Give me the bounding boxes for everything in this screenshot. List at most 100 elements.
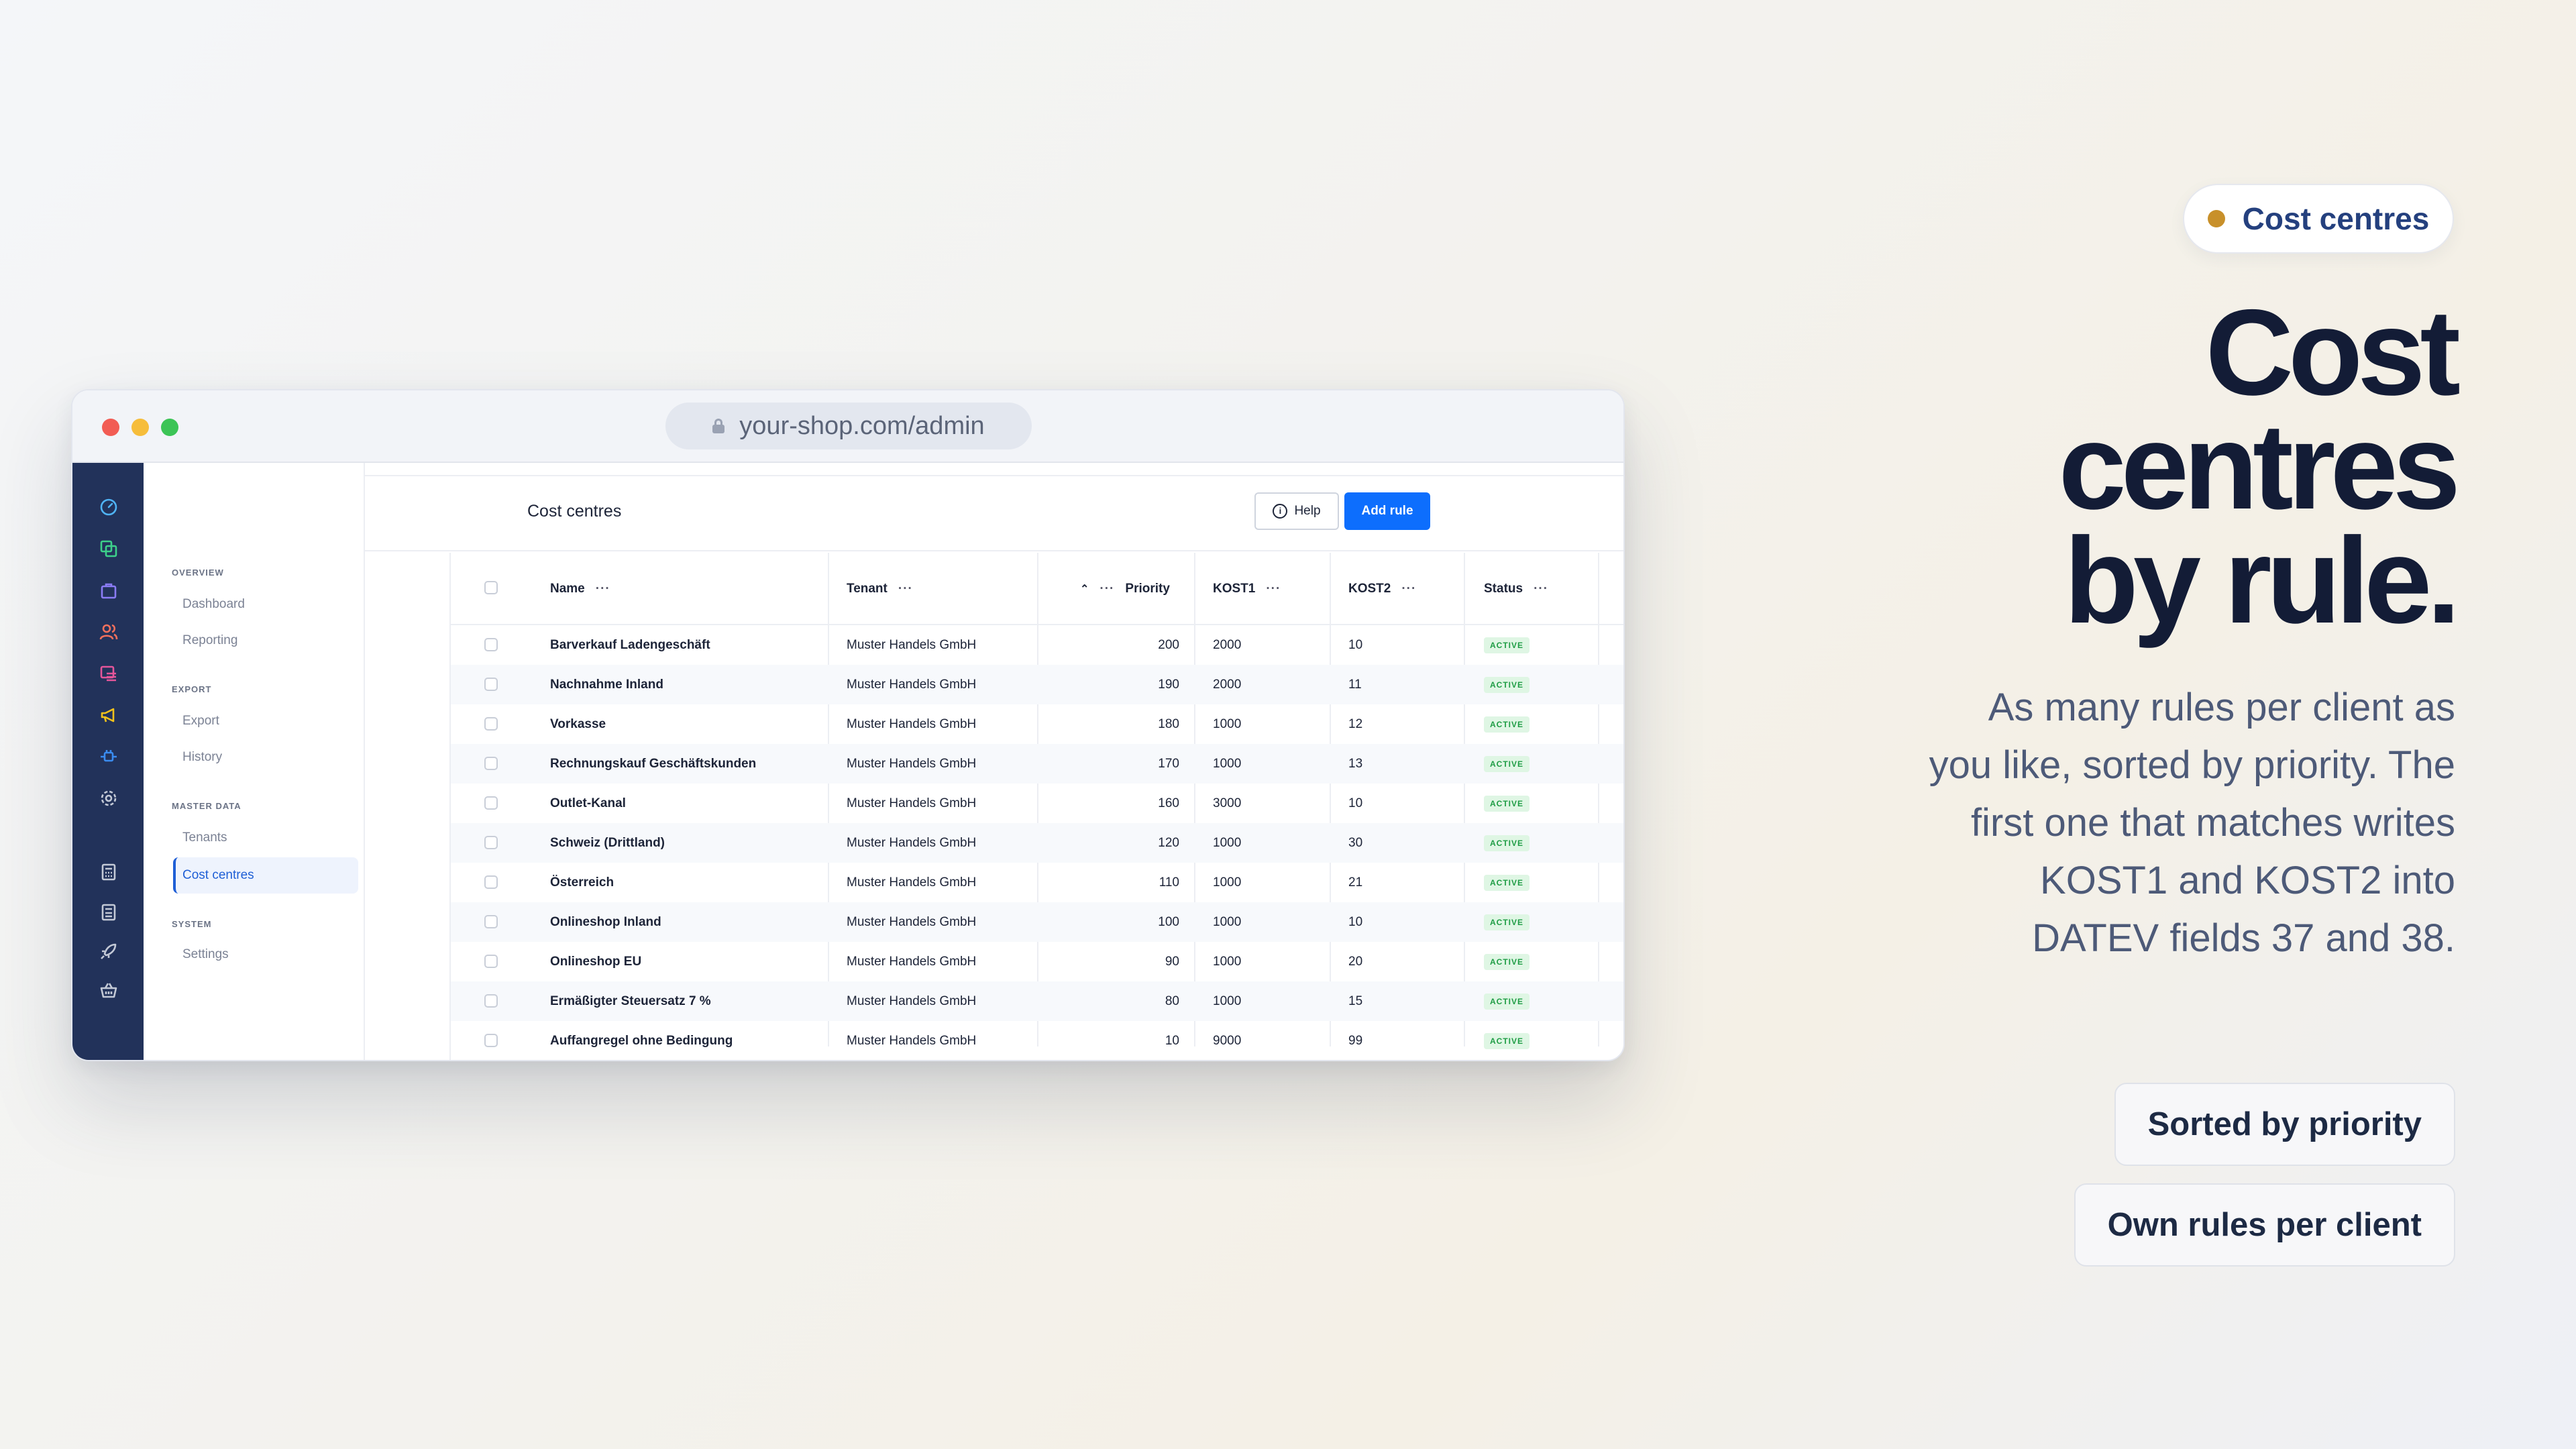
sidebar-item-reporting[interactable]: Reporting	[173, 623, 358, 659]
nav-section-system: SYSTEM	[172, 919, 212, 929]
column-menu-icon[interactable]: ···	[1266, 582, 1281, 596]
row-checkbox[interactable]	[484, 757, 498, 770]
row-checkbox[interactable]	[484, 678, 498, 691]
gear-icon[interactable]	[99, 789, 118, 808]
cell-kost2: 99	[1348, 1034, 1363, 1048]
nav-section-overview: OVERVIEW	[172, 568, 224, 578]
layers-icon[interactable]	[99, 539, 118, 558]
cell-name: Onlineshop EU	[550, 955, 642, 969]
cell-priority: 10	[1165, 1034, 1179, 1048]
megaphone-icon[interactable]	[99, 706, 118, 724]
cell-name: Ermäßigter Steuersatz 7 %	[550, 994, 711, 1008]
column-menu-icon[interactable]: ···	[1401, 582, 1416, 596]
headline-line: centres	[2058, 398, 2461, 535]
column-header-tenant[interactable]: Tenant ···	[847, 553, 913, 625]
status-badge: ACTIVE	[1484, 637, 1530, 653]
help-button[interactable]: Help	[1254, 492, 1339, 530]
address-bar-url: your-shop.com/admin	[739, 411, 985, 440]
cell-tenant: Muster Handels GmbH	[847, 915, 977, 929]
nav-section-export: EXPORT	[172, 684, 212, 694]
description: As many rules per client as you like, so…	[1929, 686, 2455, 960]
table-row[interactable]: Vorkasse Muster Handels GmbH 180 1000 12 ACTI…	[451, 704, 1623, 744]
maximize-window-button[interactable]	[161, 419, 178, 436]
bag-icon[interactable]	[99, 581, 118, 600]
row-checkbox[interactable]	[484, 717, 498, 731]
gauge-icon[interactable]	[99, 498, 118, 517]
sidebar-item-cost-centres[interactable]: Cost centres	[173, 857, 358, 894]
cell-priority: 160	[1158, 796, 1179, 810]
main-content: Cost centres Help Add rule Name ···	[365, 463, 1623, 1060]
table-row[interactable]: Barverkauf Ladengeschäft Muster Handels G…	[451, 625, 1623, 665]
headline: Cost centres by rule.	[1784, 284, 2461, 641]
column-header-priority[interactable]: ⌃ ··· Priority	[1080, 553, 1170, 625]
cell-priority: 200	[1158, 638, 1179, 652]
row-checkbox[interactable]	[484, 994, 498, 1008]
column-header-kost2-label: KOST2	[1348, 582, 1391, 596]
plug-icon[interactable]	[99, 747, 118, 766]
sidebar-item-tenants[interactable]: Tenants	[173, 820, 358, 856]
status-dot-icon	[2207, 210, 2225, 227]
sort-ascending-icon[interactable]: ⌃	[1080, 582, 1089, 596]
browser-window: your-shop.com/admin OVERVIEW Dashboard R…	[71, 389, 1625, 1061]
basket-icon[interactable]	[99, 981, 118, 1000]
cell-kost1: 1000	[1213, 757, 1242, 771]
status-badge: ACTIVE	[1484, 875, 1530, 891]
table-row[interactable]: Rechnungskauf Geschäftskunden Muster Hand…	[451, 744, 1623, 784]
column-header-kost1[interactable]: KOST1 ···	[1213, 553, 1281, 625]
table-row[interactable]: Nachnahme Inland Muster Handels GmbH 190 20…	[451, 665, 1623, 704]
headline-line: Cost	[2205, 284, 2461, 421]
column-header-kost2[interactable]: KOST2 ···	[1348, 553, 1416, 625]
close-window-button[interactable]	[102, 419, 119, 436]
cell-kost2: 10	[1348, 638, 1363, 652]
cell-priority: 80	[1165, 994, 1179, 1008]
list-icon[interactable]	[99, 664, 118, 683]
address-bar[interactable]: your-shop.com/admin	[665, 402, 1032, 449]
row-checkbox[interactable]	[484, 638, 498, 651]
table-row[interactable]: Ermäßigter Steuersatz 7 % Muster Handels …	[451, 981, 1623, 1021]
info-icon	[1273, 504, 1288, 519]
status-badge: ACTIVE	[1484, 756, 1530, 772]
add-rule-button[interactable]: Add rule	[1344, 492, 1430, 530]
column-menu-icon[interactable]: ···	[1534, 582, 1548, 596]
cell-kost2: 30	[1348, 836, 1363, 850]
sidebar-item-history[interactable]: History	[173, 739, 358, 775]
row-checkbox[interactable]	[484, 1034, 498, 1047]
feature-chip-priority: Sorted by priority	[2114, 1083, 2455, 1166]
minimize-window-button[interactable]	[131, 419, 149, 436]
calculator-icon[interactable]	[99, 903, 118, 922]
table-row[interactable]: Outlet-Kanal Muster Handels GmbH 160 3000 10…	[451, 784, 1623, 823]
rocket-icon[interactable]	[99, 942, 118, 961]
calculator-icon[interactable]	[99, 863, 118, 881]
row-checkbox[interactable]	[484, 915, 498, 928]
users-icon[interactable]	[99, 623, 118, 641]
sidebar-item-settings[interactable]: Settings	[173, 936, 358, 973]
sidebar-item-dashboard[interactable]: Dashboard	[173, 586, 358, 623]
row-checkbox[interactable]	[484, 955, 498, 968]
status-badge: ACTIVE	[1484, 954, 1530, 970]
table-row[interactable]: Österreich Muster Handels GmbH 110 1000 21 AC…	[451, 863, 1623, 902]
cell-kost1: 1000	[1213, 955, 1242, 969]
table-row[interactable]: Schweiz (Drittland) Muster Handels GmbH 12…	[451, 823, 1623, 863]
select-all-checkbox[interactable]	[484, 581, 498, 594]
column-header-status[interactable]: Status ···	[1484, 553, 1548, 625]
table-row[interactable]: Onlineshop EU Muster Handels GmbH 90 1000 20…	[451, 942, 1623, 981]
cell-kost2: 12	[1348, 717, 1363, 731]
page-header: Cost centres Help Add rule	[365, 476, 1623, 551]
row-checkbox[interactable]	[484, 836, 498, 849]
feature-chip-client-rules: Own rules per client	[2074, 1183, 2455, 1267]
table-row[interactable]: Auffangregel ohne Bedingung Muster Handel…	[451, 1021, 1623, 1060]
cell-kost1: 2000	[1213, 678, 1242, 692]
row-checkbox[interactable]	[484, 875, 498, 889]
feature-pill-label: Cost centres	[2242, 201, 2430, 236]
table-row[interactable]: Onlineshop Inland Muster Handels GmbH 100 1…	[451, 902, 1623, 942]
row-checkbox[interactable]	[484, 796, 498, 810]
sidebar-item-export[interactable]: Export	[173, 703, 358, 739]
column-header-name[interactable]: Name ···	[550, 553, 610, 625]
column-header-name-label: Name	[550, 582, 585, 596]
cell-priority: 180	[1158, 717, 1179, 731]
column-menu-icon[interactable]: ···	[1099, 582, 1114, 596]
cell-priority: 120	[1158, 836, 1179, 850]
column-menu-icon[interactable]: ···	[898, 582, 913, 596]
column-header-priority-label: Priority	[1125, 582, 1170, 596]
column-menu-icon[interactable]: ···	[596, 582, 610, 596]
